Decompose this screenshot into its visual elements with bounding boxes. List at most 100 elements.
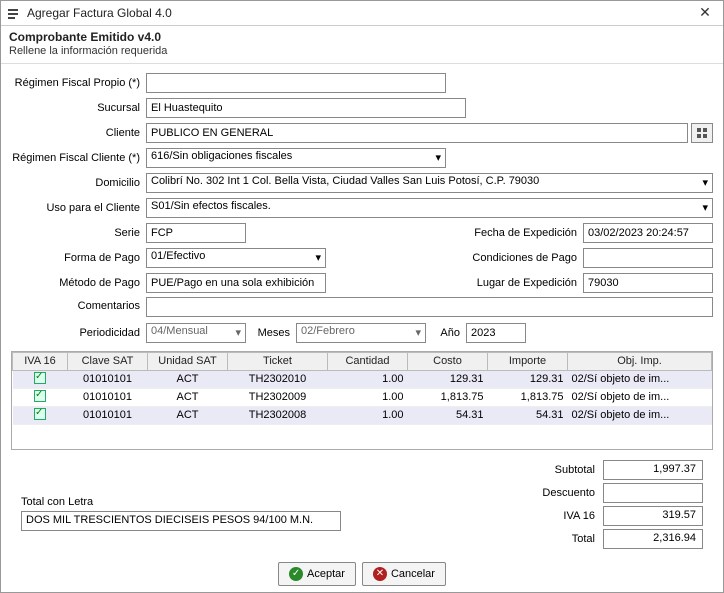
cancelar-label: Cancelar: [391, 568, 435, 580]
col-costo[interactable]: Costo: [408, 352, 488, 370]
comentarios-input[interactable]: [146, 297, 713, 317]
close-button[interactable]: ✕: [693, 3, 717, 23]
cell-importe: 129.31: [488, 370, 568, 388]
cell-cantidad: 1.00: [328, 370, 408, 388]
col-cantidad[interactable]: Cantidad: [328, 352, 408, 370]
check-icon: ✓: [289, 567, 303, 581]
window: Agregar Factura Global 4.0 ✕ Comprobante…: [0, 0, 724, 593]
cell-unidad-sat: ACT: [148, 370, 228, 388]
label-total-letra: Total con Letra: [21, 496, 463, 508]
items-table: IVA 16 Clave SAT Unidad SAT Ticket Canti…: [12, 352, 712, 425]
subtotal-value: 1,997.37: [603, 460, 703, 480]
ano-input[interactable]: [466, 323, 526, 343]
check-icon: [34, 372, 46, 384]
grid-container: IVA 16 Clave SAT Unidad SAT Ticket Canti…: [11, 351, 713, 450]
chevron-down-icon: ▾: [315, 251, 321, 264]
label-meses: Meses: [246, 327, 296, 339]
titlebar: Agregar Factura Global 4.0 ✕: [1, 1, 723, 26]
cancelar-button[interactable]: ✕ Cancelar: [362, 562, 446, 586]
uso-cliente-value: S01/Sin efectos fiscales.: [151, 200, 271, 212]
cliente-lookup-button[interactable]: [691, 123, 713, 143]
col-clave-sat[interactable]: Clave SAT: [68, 352, 148, 370]
col-unidad-sat[interactable]: Unidad SAT: [148, 352, 228, 370]
cell-costo: 54.31: [408, 406, 488, 424]
fecha-exp-input[interactable]: [583, 223, 713, 243]
lugar-exp-input[interactable]: [583, 273, 713, 293]
cell-cantidad: 1.00: [328, 406, 408, 424]
regimen-propio-select[interactable]: 621/Incorporación Fiscal ▾: [146, 73, 446, 93]
label-cliente: Cliente: [11, 127, 146, 139]
meses-value: 02/Febrero: [301, 325, 355, 337]
cell-importe: 1,813.75: [488, 388, 568, 406]
cell-ticket: TH2302010: [228, 370, 328, 388]
sucursal-input[interactable]: [146, 98, 466, 118]
label-periodicidad: Periodicidad: [11, 327, 146, 339]
cell-obj-imp: 02/Sí objeto de im...: [568, 406, 712, 424]
cell-ticket: TH2302009: [228, 388, 328, 406]
cancel-icon: ✕: [373, 567, 387, 581]
label-ano: Año: [426, 327, 466, 339]
forma-pago-select[interactable]: 01/Efectivo ▾: [146, 248, 326, 268]
periodicidad-value: 04/Mensual: [151, 325, 208, 337]
label-uso-cliente: Uso para el Cliente: [11, 202, 146, 214]
table-row[interactable]: 01010101ACTTH23020081.0054.3154.3102/Sí …: [13, 406, 712, 424]
regimen-cliente-value: 616/Sin obligaciones fiscales: [151, 150, 292, 162]
label-total: Total: [513, 533, 603, 545]
col-obj-imp[interactable]: Obj. Imp.: [568, 352, 712, 370]
cell-costo: 1,813.75: [408, 388, 488, 406]
subtitle-desc: Rellene la información requerida: [9, 45, 715, 57]
label-forma-pago: Forma de Pago: [11, 252, 146, 264]
cell-clave-sat: 01010101: [68, 406, 148, 424]
regimen-propio-value: 621/Incorporación Fiscal: [151, 75, 271, 87]
domicilio-select[interactable]: Colibrí No. 302 Int 1 Col. Bella Vista, …: [146, 173, 713, 193]
table-row[interactable]: 01010101ACTTH23020101.00129.31129.3102/S…: [13, 370, 712, 388]
metodo-pago-input[interactable]: [146, 273, 326, 293]
cell-importe: 54.31: [488, 406, 568, 424]
label-subtotal: Subtotal: [513, 464, 603, 476]
forma-pago-value: 01/Efectivo: [151, 250, 205, 262]
col-ticket[interactable]: Ticket: [228, 352, 328, 370]
meses-select[interactable]: 02/Febrero ▾: [296, 323, 426, 343]
serie-input[interactable]: [146, 223, 246, 243]
cliente-input[interactable]: [146, 123, 688, 143]
subtitle-main: Comprobante Emitido v4.0: [9, 30, 715, 44]
uso-cliente-select[interactable]: S01/Sin efectos fiscales. ▾: [146, 198, 713, 218]
domicilio-value: Colibrí No. 302 Int 1 Col. Bella Vista, …: [151, 175, 539, 187]
label-cond-pago: Condiciones de Pago: [453, 252, 583, 264]
aceptar-button[interactable]: ✓ Aceptar: [278, 562, 356, 586]
chevron-down-icon: ▾: [435, 76, 441, 89]
table-row[interactable]: 01010101ACTTH23020091.001,813.751,813.75…: [13, 388, 712, 406]
chevron-down-icon: ▾: [435, 151, 441, 164]
col-importe[interactable]: Importe: [488, 352, 568, 370]
label-iva: IVA 16: [513, 510, 603, 522]
table-header-row: IVA 16 Clave SAT Unidad SAT Ticket Canti…: [13, 352, 712, 370]
label-sucursal: Sucursal: [11, 102, 146, 114]
subtitle-bar: Comprobante Emitido v4.0 Rellene la info…: [1, 26, 723, 64]
label-serie: Serie: [11, 227, 146, 239]
label-regimen-propio: Régimen Fiscal Propio (*): [11, 77, 146, 89]
form-area: Régimen Fiscal Propio (*) 621/Incorporac…: [1, 64, 723, 347]
cell-unidad-sat: ACT: [148, 406, 228, 424]
aceptar-label: Aceptar: [307, 568, 345, 580]
cond-pago-input[interactable]: [583, 248, 713, 268]
window-title: Agregar Factura Global 4.0: [27, 6, 693, 20]
check-icon: [34, 390, 46, 402]
total-letra-section: Total con Letra DOS MIL TRESCIENTOS DIEC…: [21, 496, 463, 531]
label-descuento: Descuento: [513, 487, 603, 499]
chevron-down-icon: ▾: [702, 201, 708, 214]
cell-clave-sat: 01010101: [68, 370, 148, 388]
label-metodo-pago: Método de Pago: [11, 277, 146, 289]
regimen-cliente-select[interactable]: 616/Sin obligaciones fiscales ▾: [146, 148, 446, 168]
iva-value: 319.57: [603, 506, 703, 526]
lookup-icon: [696, 127, 708, 139]
cell-iva-check[interactable]: [13, 388, 68, 406]
app-icon: [7, 6, 21, 20]
cell-clave-sat: 01010101: [68, 388, 148, 406]
cell-iva-check[interactable]: [13, 406, 68, 424]
total-value: 2,316.94: [603, 529, 703, 549]
cell-cantidad: 1.00: [328, 388, 408, 406]
cell-costo: 129.31: [408, 370, 488, 388]
cell-iva-check[interactable]: [13, 370, 68, 388]
col-iva[interactable]: IVA 16: [13, 352, 68, 370]
periodicidad-select[interactable]: 04/Mensual ▾: [146, 323, 246, 343]
